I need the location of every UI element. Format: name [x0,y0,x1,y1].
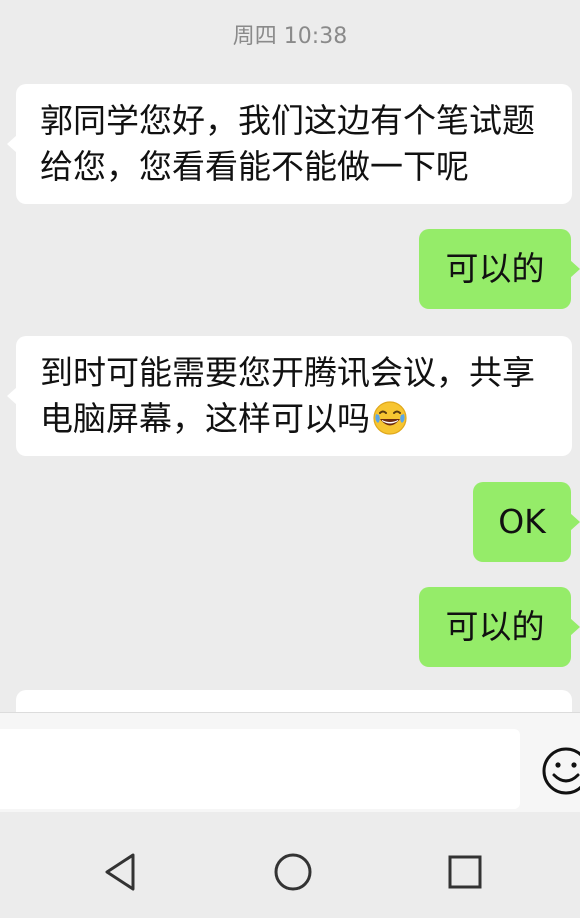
message-text-line: 电脑屏幕，这样可以吗 [40,396,535,442]
bubble-tail [7,387,17,405]
incoming-message-bubble[interactable]: 到时可能需要您开腾讯会议，共享 电脑屏幕，这样可以吗 [7,336,572,456]
system-navigation-bar [0,812,580,918]
bubble-tail [7,135,17,153]
triangle-back-icon[interactable] [99,850,143,894]
incoming-message-bubble[interactable]: 郭同学您好，我们这边有个笔试题 给您，您看看能不能做一下呢 [7,84,572,204]
bubble-tail [570,513,580,531]
message-timestamp: 周四 10:38 [232,24,348,49]
message-text-line: 给您，您看看能不能做一下呢 [40,147,469,186]
message-text-line: 郭同学您好，我们这边有个笔试题 [40,101,535,140]
outgoing-message-bubble[interactable]: 可以的 [419,587,580,667]
outgoing-message-bubble[interactable]: 可以的 [419,229,580,309]
message-text-segment: 电脑屏幕，这样可以吗 [40,399,370,438]
laughing-emoji-icon [373,401,407,435]
chat-area[interactable]: 周四 10:38 郭同学您好，我们这边有个笔试题 给您，您看看能不能做一下呢 可… [0,0,580,712]
bubble-tail [570,260,580,278]
incoming-message-bubble-partial[interactable] [7,690,572,712]
outgoing-message-bubble[interactable]: OK [473,482,580,562]
square-recents-icon[interactable] [443,850,487,894]
message-text: OK [498,502,546,541]
smiley-icon[interactable] [540,743,580,799]
message-input[interactable] [0,729,520,809]
message-text: 可以的 [445,249,545,288]
input-bar [0,712,580,813]
circle-home-icon[interactable] [271,850,315,894]
message-text-line: 到时可能需要您开腾讯会议，共享 [40,353,535,392]
message-text: 可以的 [445,607,545,646]
bubble-tail [570,618,580,636]
